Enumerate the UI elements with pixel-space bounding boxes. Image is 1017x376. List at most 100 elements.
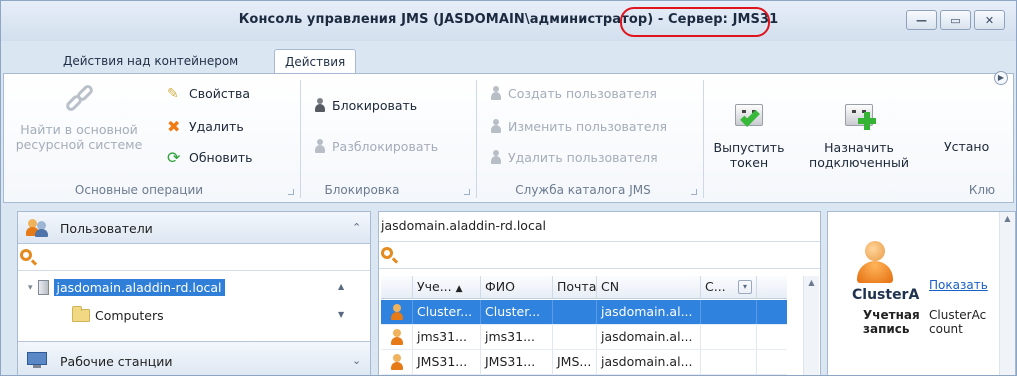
cell-account: jms31... <box>413 325 481 349</box>
lock-label: Блокировать <box>332 98 418 113</box>
users-search-field[interactable] <box>18 245 370 271</box>
find-label-line2: ресурсной системе <box>15 137 143 152</box>
scroll-up-icon[interactable]: ▲ <box>1000 212 1015 226</box>
user-add-icon <box>490 86 502 101</box>
workstations-section-header[interactable]: Рабочие станции ⌄ <box>18 341 370 375</box>
cell-mail <box>553 300 597 324</box>
unlock-button[interactable]: Разблокировать <box>314 139 438 154</box>
table-row[interactable]: Cluster... Cluster... jasdomain.al... <box>381 300 787 325</box>
tab-actions[interactable]: Действия <box>274 49 356 74</box>
cell-account: Cluster... <box>413 300 481 324</box>
list-search-field[interactable] <box>379 241 820 269</box>
user-lock-icon <box>314 98 326 113</box>
column-header-fullname[interactable]: ФИО <box>481 276 553 298</box>
scroll-up-icon[interactable]: ▲ <box>804 276 819 290</box>
maximize-button[interactable]: ▭ <box>940 10 971 30</box>
refresh-label: Обновить <box>189 150 253 165</box>
group-basic-launcher-icon[interactable] <box>288 189 294 195</box>
column-chooser-icon[interactable]: ▾ <box>738 280 752 294</box>
lock-button[interactable]: Блокировать <box>314 98 417 113</box>
delete-user-button[interactable]: Удалить пользователя <box>490 150 658 165</box>
close-button[interactable]: ✕ <box>974 10 1005 30</box>
search-icon <box>381 247 393 259</box>
refresh-icon: ⟳ <box>167 147 181 167</box>
tree-item-domain[interactable]: ▾ jasdomain.aladdin-rd.local <box>28 279 225 296</box>
ribbon-scroll-right-icon[interactable]: ▶ <box>994 71 1008 85</box>
details-user-name: ClusterA <box>852 287 920 303</box>
navigation-pane: Пользователи ⌃ ▾ jasdomain.aladdin-rd.lo… <box>17 211 371 375</box>
tree-scroll-up-icon[interactable]: ▲ <box>338 282 344 291</box>
create-user-label: Создать пользователя <box>508 86 657 101</box>
usb-token-add-icon <box>842 100 876 134</box>
unlock-label: Разблокировать <box>332 139 439 154</box>
grid-scrollbar[interactable]: ▲ <box>803 276 819 375</box>
chevron-down-icon[interactable]: ⌄ <box>352 354 361 367</box>
issue-token-button[interactable]: Выпустить токен <box>709 100 789 170</box>
account-field-label: Учетная запись <box>863 308 920 336</box>
user-edit-icon <box>490 119 502 134</box>
delete-button[interactable]: ✖ Удалить <box>167 116 244 136</box>
cell-fullname: jms31... <box>481 325 553 349</box>
install-label: Устано <box>944 139 990 154</box>
properties-button[interactable]: ✎ Свойства <box>167 86 250 101</box>
find-in-resource-button[interactable]: Найти в основной ресурсной системе <box>4 82 154 152</box>
chevron-up-icon[interactable]: ⌃ <box>352 221 361 234</box>
tree-domain-label: jasdomain.aladdin-rd.local <box>53 279 225 296</box>
create-user-button[interactable]: Создать пользователя <box>490 86 657 101</box>
cell-fullname: JMS31... <box>481 350 553 374</box>
tree-expand-icon[interactable]: ▾ <box>28 283 33 293</box>
table-row[interactable]: JMS31... JMS31... JMS... jasdomain.al... <box>381 350 787 375</box>
user-avatar-icon <box>855 241 895 285</box>
show-link[interactable]: Показать <box>929 278 988 292</box>
delete-x-icon: ✖ <box>167 116 181 136</box>
install-button[interactable]: Устано <box>944 139 1000 154</box>
window-title: Консоль управления JMS (JASDOMAIN\админи… <box>1 12 1016 27</box>
assign-connected-button[interactable]: Назначить подключенный <box>809 100 909 170</box>
minimize-button[interactable]: — <box>906 10 937 30</box>
column-header-extra[interactable]: С... ▾ <box>701 276 757 298</box>
users-section-header[interactable]: Пользователи ⌃ <box>18 212 370 244</box>
properties-icon: ✎ <box>167 85 179 102</box>
tree-item-computers[interactable]: Computers <box>72 306 164 323</box>
tree-scroll-down-icon[interactable]: ▼ <box>338 310 344 319</box>
usb-token-check-icon <box>732 100 766 134</box>
group-catalog-launcher-icon[interactable] <box>691 189 697 195</box>
cell-extra <box>701 350 757 374</box>
refresh-button[interactable]: ⟳ Обновить <box>167 147 253 167</box>
user-icon <box>390 329 404 345</box>
workstations-icon <box>27 352 51 370</box>
properties-label: Свойства <box>189 86 251 101</box>
delete-user-label: Удалить пользователя <box>508 150 658 165</box>
cell-extra <box>701 325 757 349</box>
users-grid: Уче... ▲ ФИО Почта CN С... ▾ Cluster... … <box>381 276 801 375</box>
cell-mail <box>553 325 597 349</box>
console-window: Консоль управления JMS (JASDOMAIN\админи… <box>0 0 1017 376</box>
cell-cn: jasdomain.al... <box>597 300 701 324</box>
users-list-pane: jasdomain.aladdin-rd.local Уче... ▲ ФИО … <box>378 211 821 375</box>
group-separator <box>703 80 704 198</box>
group-label-keys: Клю <box>968 183 996 197</box>
column-header-cn[interactable]: CN <box>597 276 701 298</box>
group-separator <box>300 80 301 198</box>
grid-header: Уче... ▲ ФИО Почта CN С... ▾ <box>381 276 787 299</box>
edit-user-button[interactable]: Изменить пользователя <box>490 119 667 134</box>
column-header-account[interactable]: Уче... ▲ <box>413 276 481 298</box>
column-header-icon <box>381 276 413 298</box>
table-row[interactable]: jms31... jms31... jasdomain.al... <box>381 325 787 350</box>
issue-label-line2: токен <box>729 155 769 170</box>
user-icon <box>390 304 404 320</box>
title-bar: Консоль управления JMS (JASDOMAIN\админи… <box>1 1 1016 41</box>
cell-mail: JMS... <box>553 350 597 374</box>
window-controls: — ▭ ✕ <box>906 10 1005 30</box>
find-label-line1: Найти в основной <box>20 122 138 137</box>
cell-extra <box>701 300 757 324</box>
tab-container-actions[interactable]: Действия над контейнером <box>53 49 248 73</box>
column-header-mail[interactable]: Почта <box>553 276 597 298</box>
group-lock-launcher-icon[interactable] <box>464 189 470 195</box>
details-scrollbar[interactable]: ▲ <box>999 212 1015 375</box>
chain-link-icon <box>62 82 96 116</box>
user-unlock-icon <box>314 139 326 154</box>
group-label-catalog: Служба каталога JMS <box>515 183 651 197</box>
user-delete-icon <box>490 150 502 165</box>
current-path-label: jasdomain.aladdin-rd.local <box>381 218 546 233</box>
